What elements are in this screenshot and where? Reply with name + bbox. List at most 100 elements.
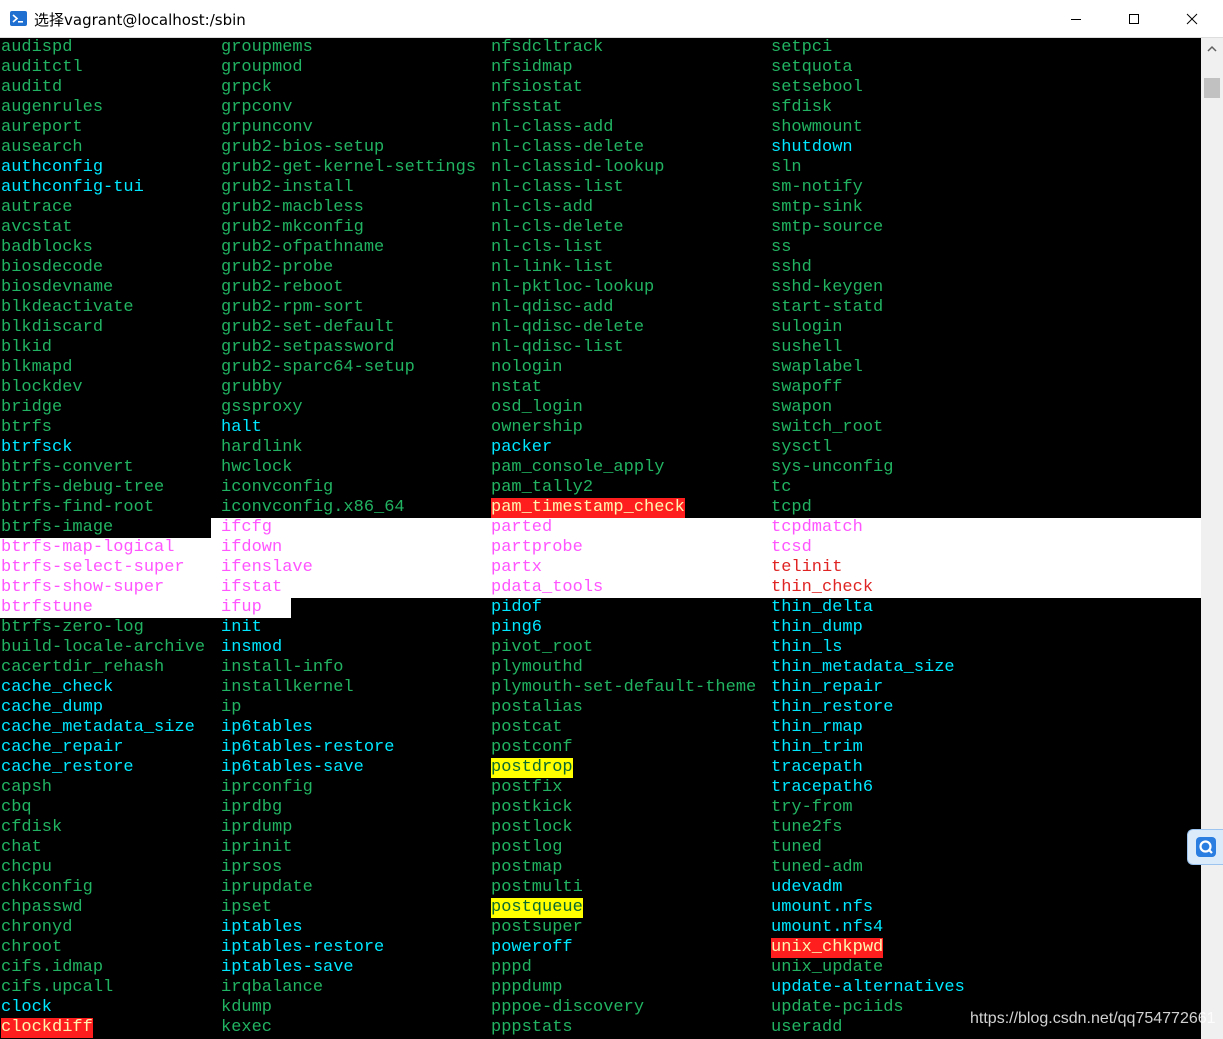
- file-entry: blockdev: [1, 378, 83, 397]
- file-entry: init: [221, 618, 262, 637]
- file-entry: thin_trim: [771, 738, 863, 757]
- file-entry: ifenslave: [221, 558, 313, 577]
- file-entry: installkernel: [221, 678, 354, 697]
- file-entry: nl-classid-lookup: [491, 158, 665, 177]
- file-entry: install-info: [221, 658, 344, 677]
- file-entry: grub2-bios-setup: [221, 138, 385, 157]
- file-entry: iprsos: [221, 858, 283, 877]
- file-entry: btrfsck: [1, 438, 73, 457]
- file-entry: tcpd: [771, 498, 812, 517]
- file-entry: sm-notify: [771, 178, 863, 197]
- file-entry: tune2fs: [771, 818, 843, 837]
- floating-assistant-button[interactable]: [1187, 829, 1223, 865]
- file-entry: nl-qdisc-delete: [491, 318, 645, 337]
- file-entry: pppd: [491, 958, 532, 977]
- close-button[interactable]: [1163, 0, 1221, 38]
- file-entry: hwclock: [221, 458, 293, 477]
- file-entry: setpci: [771, 38, 833, 57]
- file-entry: audispd: [1, 38, 73, 57]
- file-entry: chcpu: [1, 858, 53, 877]
- terminal-output[interactable]: audispd auditctl auditd augenrules aureport a…: [0, 38, 1201, 1039]
- file-entry: postfix: [491, 778, 563, 797]
- file-entry: ifstat: [221, 578, 283, 597]
- file-entry: groupmems: [221, 38, 313, 57]
- file-entry: postlock: [491, 818, 573, 837]
- scroll-up-button[interactable]: [1201, 38, 1223, 60]
- file-entry: bridge: [1, 398, 63, 417]
- file-entry: nl-class-delete: [491, 138, 645, 157]
- file-entry: tcsd: [771, 538, 812, 557]
- file-entry: grub2-get-kernel-settings: [221, 158, 477, 177]
- file-entry: cache_check: [1, 678, 114, 697]
- file-entry: setquota: [771, 58, 853, 77]
- window-title: 选择vagrant@localhost:/sbin: [34, 11, 246, 29]
- file-entry: chroot: [1, 938, 63, 957]
- file-entry: badblocks: [1, 238, 93, 257]
- file-entry: try-from: [771, 798, 853, 817]
- file-entry: grub2-macbless: [221, 198, 364, 217]
- maximize-button[interactable]: [1105, 0, 1163, 38]
- file-entry: partx: [491, 558, 543, 577]
- file-entry: grub2-probe: [221, 258, 334, 277]
- file-entry: grub2-rpm-sort: [221, 298, 364, 317]
- file-entry: partprobe: [491, 538, 583, 557]
- file-entry: nl-qdisc-list: [491, 338, 624, 357]
- file-entry: postsuper: [491, 918, 583, 937]
- file-entry: grub2-set-default: [221, 318, 395, 337]
- file-entry: postdrop: [491, 758, 573, 778]
- file-entry: ip6tables: [221, 718, 313, 737]
- file-entry: umount.nfs: [771, 898, 874, 917]
- vertical-scrollbar[interactable]: [1201, 38, 1223, 1039]
- file-entry: cfdisk: [1, 818, 63, 837]
- file-entry: postcat: [491, 718, 563, 737]
- file-entry: thin_dump: [771, 618, 863, 637]
- file-entry: iconvconfig.x86_64: [221, 498, 405, 517]
- scroll-thumb[interactable]: [1204, 78, 1220, 98]
- close-icon: [1186, 13, 1198, 25]
- file-entry: grub2-mkconfig: [221, 218, 364, 237]
- file-entry: pppdump: [491, 978, 563, 997]
- minimize-icon: [1071, 19, 1081, 20]
- file-entry: chronyd: [1, 918, 73, 937]
- file-entry: thin_metadata_size: [771, 658, 955, 677]
- file-entry: update-alternatives: [771, 978, 965, 997]
- text-selection: [211, 518, 1201, 598]
- file-entry: iprinit: [221, 838, 293, 857]
- file-entry: ss: [771, 238, 792, 257]
- file-entry: iprconfig: [221, 778, 313, 797]
- file-entry: iptables: [221, 918, 303, 937]
- file-entry: grpunconv: [221, 118, 313, 137]
- maximize-icon: [1129, 14, 1139, 24]
- file-entry: biosdecode: [1, 258, 104, 277]
- file-entry: thin_ls: [771, 638, 843, 657]
- minimize-button[interactable]: [1047, 0, 1105, 38]
- file-entry: chpasswd: [1, 898, 83, 917]
- file-entry: chat: [1, 838, 42, 857]
- file-entry: btrfstune: [1, 598, 93, 617]
- file-entry: biosdevname: [1, 278, 114, 297]
- file-entry: irqbalance: [221, 978, 324, 997]
- file-entry: btrfs-zero-log: [1, 618, 144, 637]
- powershell-icon: [10, 11, 27, 26]
- file-entry: grub2-install: [221, 178, 354, 197]
- file-entry: insmod: [221, 638, 283, 657]
- file-entry: tcpdmatch: [771, 518, 863, 537]
- file-entry: thin_repair: [771, 678, 884, 697]
- file-entry: unix_chkpwd: [771, 938, 884, 958]
- file-entry: plymouthd: [491, 658, 583, 677]
- watermark-text: https://blog.csdn.net/qq754772661: [970, 1010, 1216, 1027]
- file-entry: capsh: [1, 778, 53, 797]
- file-entry: swaplabel: [771, 358, 863, 377]
- file-entry: iprupdate: [221, 878, 313, 897]
- file-entry: ip6tables-restore: [221, 738, 395, 757]
- file-entry: hardlink: [221, 438, 303, 457]
- file-entry: update-pciids: [771, 998, 904, 1017]
- file-entry: postalias: [491, 698, 583, 717]
- file-entry: start-statd: [771, 298, 884, 317]
- file-entry: nl-qdisc-add: [491, 298, 614, 317]
- file-entry: nl-pktloc-lookup: [491, 278, 655, 297]
- file-entry: ifcfg: [221, 518, 273, 537]
- file-entry: authconfig-tui: [1, 178, 144, 197]
- file-entry: avcstat: [1, 218, 73, 237]
- file-entry: pivot_root: [491, 638, 594, 657]
